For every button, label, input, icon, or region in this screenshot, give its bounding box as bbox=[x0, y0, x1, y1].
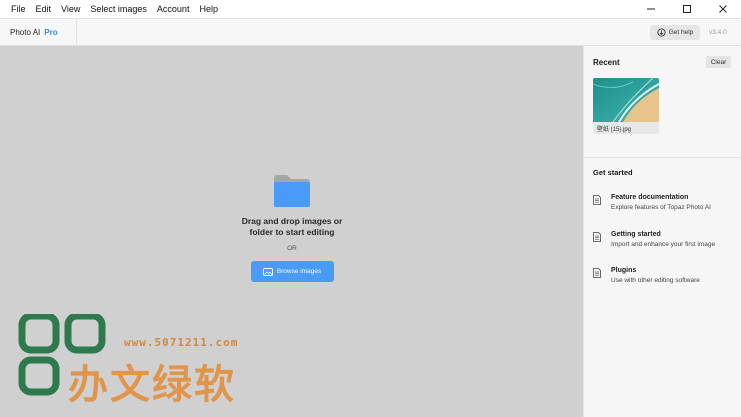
recent-filename: 壁纸 (15).jpg bbox=[597, 127, 632, 133]
watermark: www.5071211.com 办文绿软 bbox=[18, 314, 318, 408]
brand-tier: Pro bbox=[44, 28, 58, 37]
close-button[interactable] bbox=[705, 0, 741, 18]
watermark-url: www.5071211.com bbox=[124, 336, 239, 349]
menu-help[interactable]: Help bbox=[194, 0, 223, 18]
watermark-text: 办文绿软 bbox=[68, 362, 236, 408]
drop-instruction-line2: folder to start editing bbox=[249, 227, 335, 237]
clear-recent-button[interactable]: Clear bbox=[706, 56, 731, 68]
document-icon bbox=[593, 232, 601, 242]
image-icon bbox=[262, 267, 273, 276]
sidebar-divider bbox=[584, 157, 741, 158]
feature-documentation-title: Feature documentation bbox=[611, 194, 689, 201]
help-icon bbox=[657, 28, 666, 37]
or-label: OR bbox=[287, 245, 297, 252]
maximize-icon bbox=[683, 5, 691, 13]
recent-item[interactable]: 壁纸 (15).jpg bbox=[593, 78, 659, 134]
link-feature-documentation[interactable]: Feature documentation Explore features o… bbox=[593, 194, 738, 216]
workspace-drop-area[interactable]: Drag and drop images or folder to start … bbox=[0, 46, 583, 417]
minimize-button[interactable] bbox=[633, 0, 669, 18]
folder-icon bbox=[274, 175, 310, 207]
recent-title: Recent bbox=[593, 58, 620, 67]
close-icon bbox=[719, 5, 727, 13]
menu-account[interactable]: Account bbox=[152, 0, 195, 18]
version-label: v3.4.0 bbox=[709, 29, 727, 36]
app-header: Photo AI Pro Get help v3.4.0 bbox=[0, 18, 741, 46]
link-plugins[interactable]: Plugins Use with other editing software bbox=[593, 267, 738, 289]
header-divider bbox=[76, 19, 77, 46]
menu-bar: File Edit View Select images Account Hel… bbox=[0, 0, 741, 18]
getting-started-desc: Import and enhance your first image bbox=[611, 241, 716, 248]
browse-images-button[interactable]: Browse images bbox=[250, 261, 334, 282]
drop-instruction-line1: Drag and drop images or bbox=[241, 216, 343, 226]
browse-images-label: Browse images bbox=[276, 268, 322, 275]
window-controls bbox=[633, 0, 741, 18]
menu-items: File Edit View Select images Account Hel… bbox=[0, 0, 223, 18]
feature-documentation-desc: Explore features of Topaz Photo AI bbox=[611, 204, 711, 211]
drop-zone: Drag and drop images or folder to start … bbox=[200, 174, 384, 282]
get-help-button[interactable]: Get help bbox=[650, 25, 700, 40]
maximize-button[interactable] bbox=[669, 0, 705, 18]
menu-edit[interactable]: Edit bbox=[31, 0, 57, 18]
plugins-title: Plugins bbox=[611, 267, 637, 274]
drop-instruction: Drag and drop images or folder to start … bbox=[200, 216, 384, 238]
getting-started-title: Getting started bbox=[611, 231, 661, 238]
brand: Photo AI Pro bbox=[10, 19, 58, 46]
document-icon bbox=[593, 195, 601, 205]
recent-thumbnail bbox=[593, 78, 659, 122]
menu-file[interactable]: File bbox=[6, 0, 31, 18]
minimize-icon bbox=[647, 8, 655, 10]
get-started-title: Get started bbox=[593, 168, 633, 177]
brand-name: Photo AI bbox=[10, 28, 41, 37]
right-sidebar: Recent Clear 壁纸 (15).jpg Get started Fea… bbox=[583, 46, 741, 417]
menu-select-images[interactable]: Select images bbox=[85, 0, 152, 18]
link-getting-started[interactable]: Getting started Import and enhance your … bbox=[593, 231, 738, 253]
document-icon bbox=[593, 268, 601, 278]
menu-view[interactable]: View bbox=[56, 0, 85, 18]
plugins-desc: Use with other editing software bbox=[611, 277, 700, 284]
get-help-label: Get help bbox=[668, 29, 694, 36]
